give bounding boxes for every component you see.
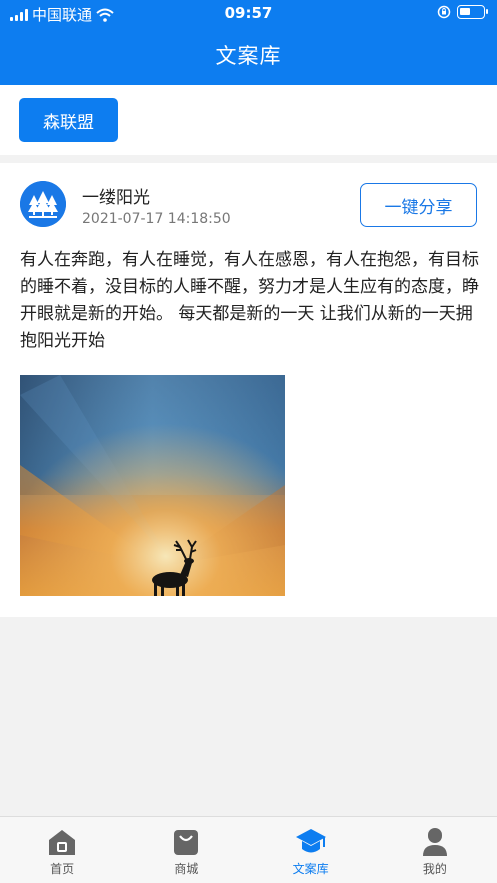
tab-home-label: 首页 <box>50 862 75 876</box>
app-header: 中国联通 09:57 文案库 <box>0 0 497 85</box>
tab-mine[interactable]: 我的 <box>373 817 497 883</box>
graduation-cap-icon <box>295 829 326 853</box>
post-card: 一缕阳光 2021-07-17 14:18:50 一键分享 有人在奔跑，有人在睡… <box>0 163 497 617</box>
author-name: 一缕阳光 <box>82 188 150 208</box>
page-title: 文案库 <box>215 44 282 68</box>
tab-copywriting-label: 文案库 <box>292 862 329 876</box>
post-datetime: 2021-07-17 14:18:50 <box>82 211 231 227</box>
filter-bar: 森联盟 <box>0 85 497 155</box>
battery-icon <box>457 5 488 19</box>
status-time: 09:57 <box>224 4 273 22</box>
tab-shop-label: 商城 <box>174 862 199 876</box>
bottom-tab-bar: 首页 商城 文案库 我的 <box>0 816 497 883</box>
post-content: 有人在奔跑，有人在睡觉，有人在感恩，有人在抱怨，有目标的睡不着，没目标的人睡不醒… <box>20 250 479 351</box>
tab-copywriting[interactable]: 文案库 <box>249 817 373 883</box>
home-icon <box>49 830 76 855</box>
rotation-lock-icon <box>437 5 451 19</box>
shop-bag-icon <box>174 830 199 855</box>
tab-home[interactable]: 首页 <box>0 817 124 883</box>
share-button[interactable]: 一键分享 <box>360 183 477 227</box>
forest-logo-icon <box>20 181 66 227</box>
status-bar: 中国联通 09:57 <box>0 0 497 28</box>
post-image[interactable] <box>20 375 285 596</box>
user-icon <box>422 828 447 856</box>
tab-mine-label: 我的 <box>422 862 447 876</box>
tag-filter-button[interactable]: 森联盟 <box>19 98 118 142</box>
avatar[interactable] <box>20 181 66 227</box>
tab-shop[interactable]: 商城 <box>124 817 248 883</box>
